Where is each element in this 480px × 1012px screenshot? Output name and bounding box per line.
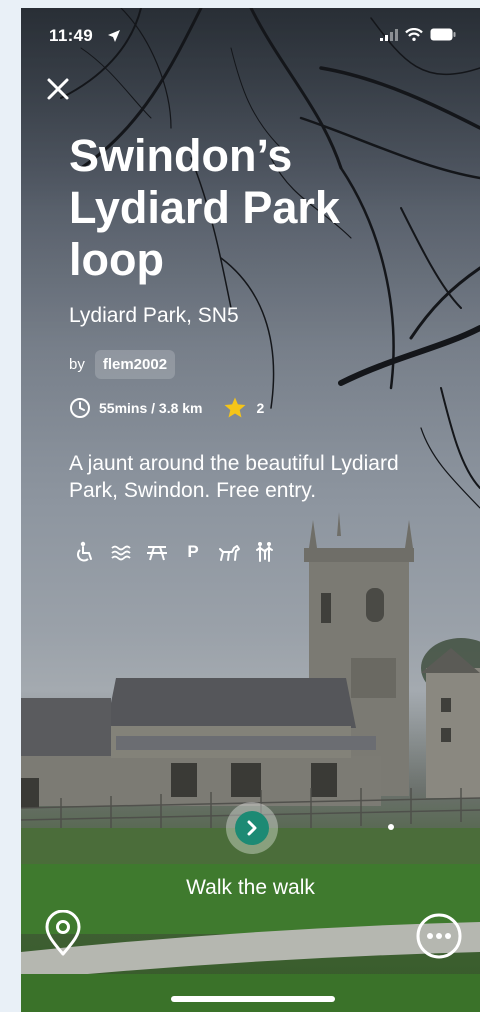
signal-icon xyxy=(380,28,398,41)
author-prefix: by xyxy=(69,356,85,373)
walk-the-walk-label[interactable]: Walk the walk xyxy=(21,876,480,900)
chevron-right-icon xyxy=(247,820,257,836)
clock-icon xyxy=(70,398,90,418)
water-icon xyxy=(111,545,131,561)
picnic-table-icon xyxy=(147,546,167,561)
parking-icon: P xyxy=(187,542,199,561)
status-icons xyxy=(380,28,456,41)
status-time: 11:49 xyxy=(49,26,94,45)
walk-meta: 55mins / 3.8 km 2 xyxy=(69,396,264,420)
walk-location: Lydiard Park, SN5 xyxy=(69,304,239,327)
dog-icon xyxy=(219,545,240,561)
close-icon[interactable] xyxy=(43,74,73,104)
location-arrow-icon xyxy=(108,30,120,42)
family-icon xyxy=(256,542,273,562)
start-walk-button[interactable] xyxy=(235,811,269,845)
rating-count: 2 xyxy=(256,400,265,416)
duration-distance: 55mins / 3.8 km xyxy=(99,400,203,416)
map-pin-icon[interactable] xyxy=(43,910,83,958)
more-options-icon[interactable] xyxy=(415,912,463,960)
page-indicator-dot xyxy=(388,824,394,830)
accessible-icon xyxy=(77,541,92,562)
status-bar: 11:49 xyxy=(49,26,456,48)
walk-title: Swindon’s Lydiard Park loop xyxy=(69,130,340,285)
wifi-icon xyxy=(405,28,423,41)
home-indicator[interactable] xyxy=(171,996,335,1002)
author-row: by flem2002 xyxy=(69,350,176,379)
star-icon xyxy=(224,397,246,418)
walk-description: A jaunt around the beautiful Lydiard Par… xyxy=(69,452,399,502)
author-chip[interactable]: flem2002 xyxy=(94,350,176,379)
amenity-icons: P xyxy=(73,540,277,564)
battery-icon xyxy=(430,28,456,41)
walk-detail-screen: 11:49 Swindon’s Lydiard Park loop Lydiar… xyxy=(21,8,480,1012)
